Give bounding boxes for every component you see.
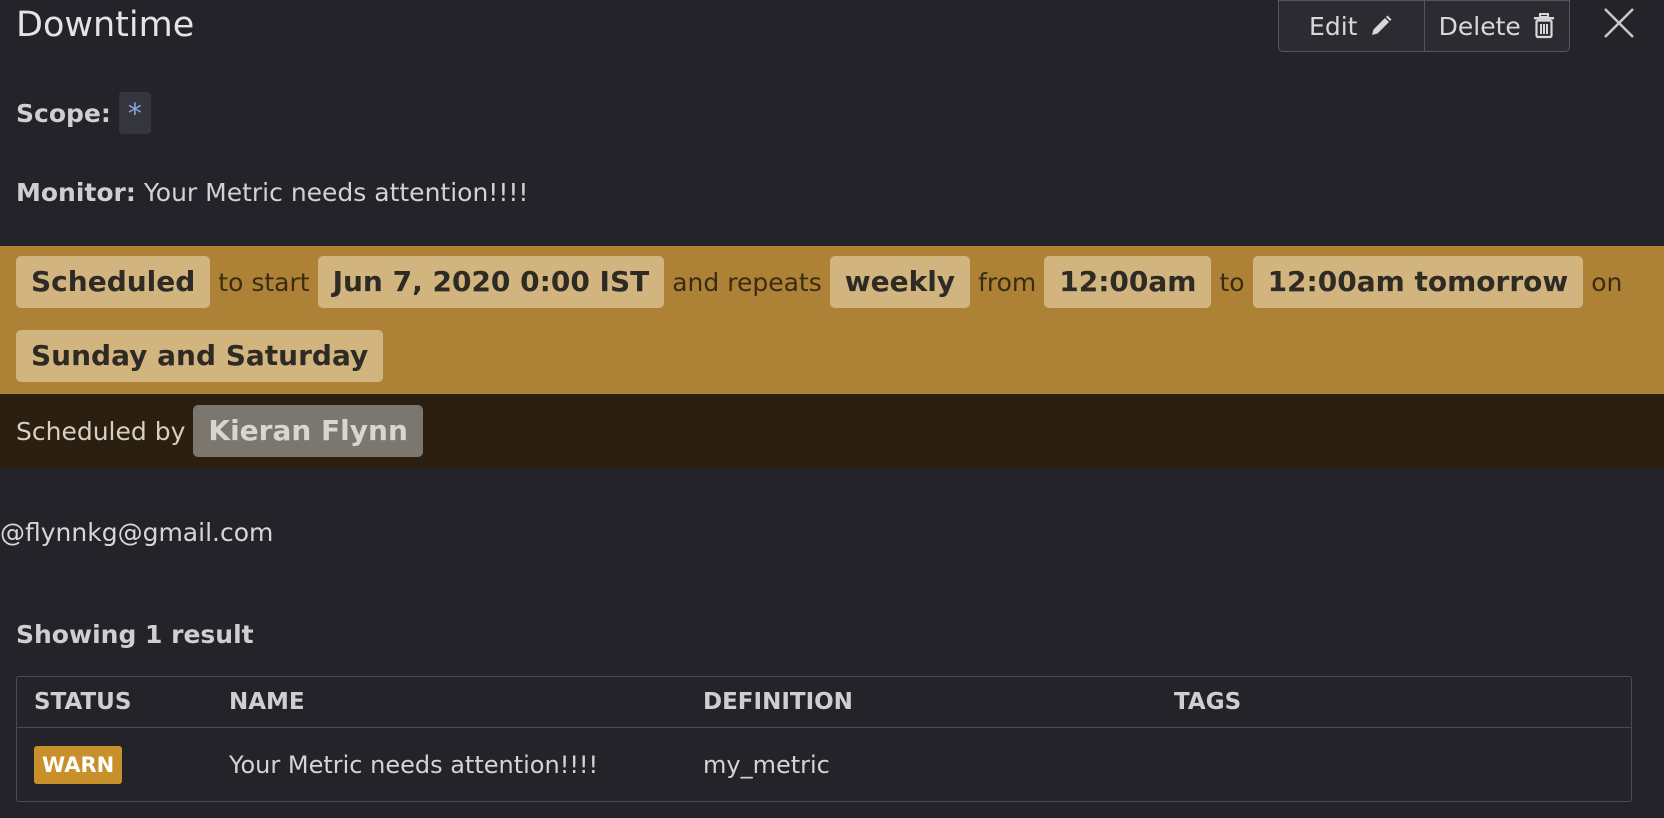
delete-button-label: Delete xyxy=(1438,11,1521,41)
scope-value: * xyxy=(118,92,151,134)
column-header-name[interactable]: NAME xyxy=(229,677,305,727)
scope-label: Scope: xyxy=(16,98,111,128)
trash-icon xyxy=(1533,13,1554,39)
column-header-status[interactable]: STATUS xyxy=(34,677,131,727)
table-header: STATUS NAME DEFINITION TAGS xyxy=(17,677,1631,728)
schedule-connector-to: to xyxy=(1219,267,1245,297)
schedule-from-time-chip: 12:00am xyxy=(1044,256,1212,308)
monitor-label: Monitor: xyxy=(16,178,136,207)
scheduled-by-banner: Scheduled by Kieran Flynn xyxy=(0,394,1664,468)
scheduled-by-email: @flynnkg@gmail.com xyxy=(0,518,274,547)
monitor-row: Monitor: Your Metric needs attention!!!! xyxy=(16,178,528,207)
status-cell: WARN xyxy=(34,728,123,802)
scheduled-by-user-chip: Kieran Flynn xyxy=(193,405,423,457)
schedule-connector-from: from xyxy=(978,267,1037,297)
schedule-start-chip: Jun 7, 2020 0:00 IST xyxy=(317,256,665,308)
scope-row: Scope: * xyxy=(16,92,151,134)
name-cell[interactable]: Your Metric needs attention!!!! xyxy=(229,728,598,802)
results-summary: Showing 1 result xyxy=(16,620,254,649)
schedule-line-1: Scheduled to start Jun 7, 2020 0:00 IST … xyxy=(16,256,1648,308)
status-badge: WARN xyxy=(34,746,123,784)
schedule-connector-on: on xyxy=(1591,267,1623,297)
schedule-status-chip: Scheduled xyxy=(16,256,211,308)
schedule-to-time-chip: 12:00am tomorrow xyxy=(1252,256,1584,308)
column-header-tags[interactable]: TAGS xyxy=(1174,677,1241,727)
edit-button[interactable]: Edit xyxy=(1279,1,1424,51)
action-button-group: Edit Delete xyxy=(1278,0,1570,52)
schedule-banner: Scheduled to start Jun 7, 2020 0:00 IST … xyxy=(0,246,1664,394)
monitor-name: Your Metric needs attention!!!! xyxy=(143,178,529,207)
pencil-icon xyxy=(1372,15,1392,35)
schedule-days-chip: Sunday and Saturday xyxy=(16,330,384,382)
schedule-frequency-chip: weekly xyxy=(829,256,971,308)
schedule-line-2: Sunday and Saturday xyxy=(16,330,1648,382)
schedule-connector-to-start: to start xyxy=(218,267,310,297)
monitor-table: STATUS NAME DEFINITION TAGS WARN Your Me… xyxy=(16,676,1632,802)
edit-button-label: Edit xyxy=(1309,11,1358,41)
scheduled-by-label: Scheduled by xyxy=(16,416,186,446)
delete-button[interactable]: Delete xyxy=(1423,1,1570,51)
column-header-definition[interactable]: DEFINITION xyxy=(703,677,853,727)
schedule-connector-repeats: and repeats xyxy=(672,267,822,297)
definition-cell: my_metric xyxy=(703,751,830,779)
close-icon[interactable] xyxy=(1602,6,1636,40)
table-row[interactable]: WARN Your Metric needs attention!!!! my_… xyxy=(17,728,1631,802)
page-title: Downtime xyxy=(16,5,195,45)
